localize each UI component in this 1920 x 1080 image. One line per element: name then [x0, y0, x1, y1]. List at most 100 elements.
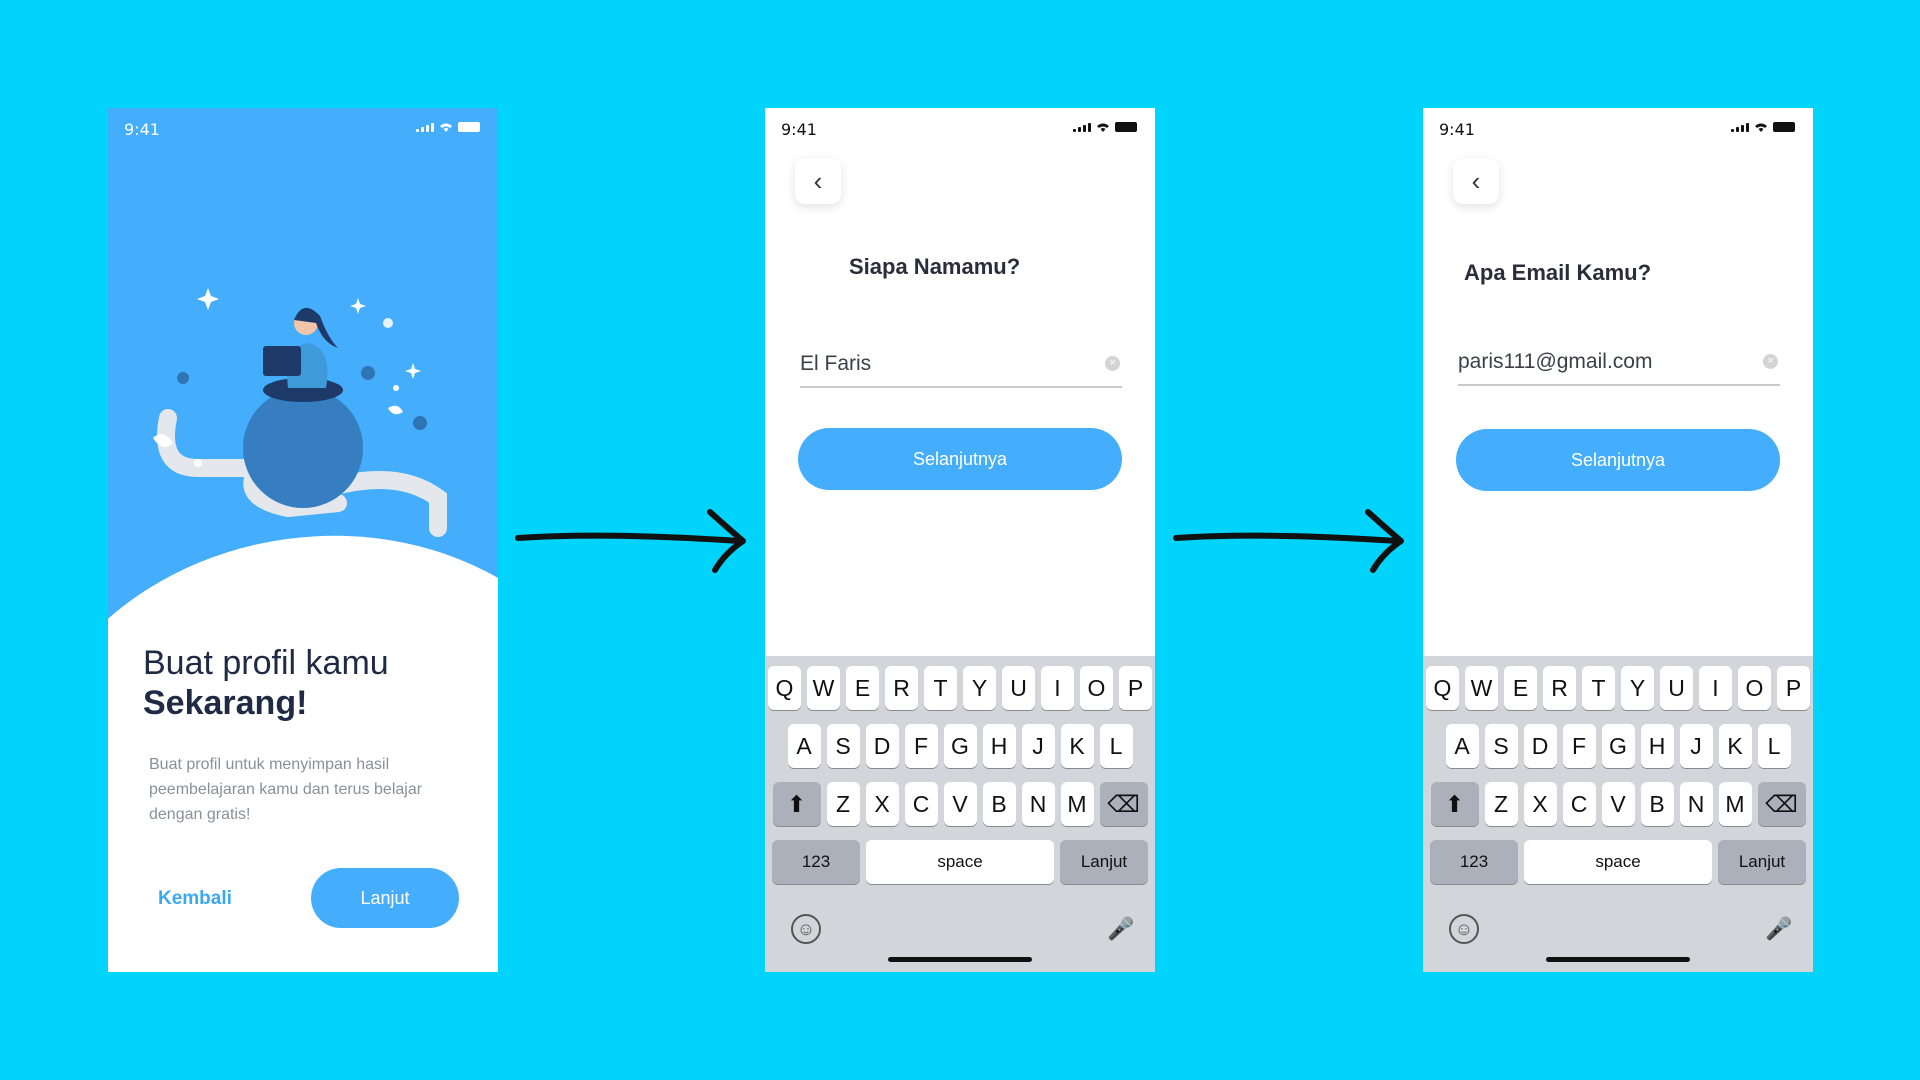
clear-icon[interactable]: × — [1763, 354, 1778, 369]
key[interactable]: O — [1738, 666, 1771, 710]
key[interactable]: P — [1777, 666, 1810, 710]
keyboard-row-1: Q W E R T Y U I O P — [765, 666, 1155, 710]
email-field[interactable]: paris111@gmail.com × — [1458, 346, 1780, 386]
key[interactable]: R — [885, 666, 918, 710]
status-time: 9:41 — [124, 120, 160, 139]
key[interactable]: N — [1679, 782, 1713, 826]
return-key[interactable]: Lanjut — [1718, 840, 1806, 884]
key[interactable]: B — [1640, 782, 1674, 826]
key[interactable]: D — [1523, 724, 1557, 768]
key[interactable]: Y — [963, 666, 996, 710]
name-field[interactable]: El Faris × — [800, 348, 1122, 388]
battery-icon — [1773, 122, 1795, 132]
key[interactable]: Q — [1426, 666, 1459, 710]
title-line-2: Sekarang! — [143, 684, 308, 722]
onboarding-screen: 9:41 Buat profil kamu Sekarang! Buat pro… — [108, 108, 498, 972]
key[interactable]: F — [1562, 724, 1596, 768]
key[interactable]: I — [1041, 666, 1074, 710]
space-key[interactable]: space — [1524, 840, 1712, 884]
status-bar: 9:41 — [765, 108, 1155, 148]
name-input[interactable]: El Faris — [800, 352, 871, 376]
status-time: 9:41 — [1439, 120, 1475, 139]
backspace-icon: ⌫ — [1765, 790, 1798, 817]
page-title: Buat profil kamu Sekarang! — [143, 643, 389, 723]
microphone-icon[interactable]: 🎤 — [1765, 916, 1792, 946]
key[interactable]: E — [846, 666, 879, 710]
numbers-key[interactable]: 123 — [772, 840, 860, 884]
key[interactable]: R — [1543, 666, 1576, 710]
emoji-icon[interactable]: ☺ — [791, 914, 821, 944]
clear-icon[interactable]: × — [1105, 356, 1120, 371]
emoji-icon[interactable]: ☺ — [1449, 914, 1479, 944]
key[interactable]: O — [1080, 666, 1113, 710]
key[interactable]: I — [1699, 666, 1732, 710]
key[interactable]: V — [943, 782, 977, 826]
next-button[interactable]: Selanjutnya — [1456, 429, 1780, 491]
signal-icon — [1731, 123, 1749, 132]
key[interactable]: Q — [768, 666, 801, 710]
key[interactable]: L — [1757, 724, 1791, 768]
chevron-left-icon: ‹ — [813, 165, 823, 196]
key[interactable]: C — [1562, 782, 1596, 826]
shift-icon: ⬆ — [1444, 790, 1465, 817]
key[interactable]: W — [807, 666, 840, 710]
microphone-icon[interactable]: 🎤 — [1107, 916, 1134, 946]
key[interactable]: F — [904, 724, 938, 768]
back-button[interactable]: ‹ — [1453, 158, 1499, 204]
key[interactable]: J — [1679, 724, 1713, 768]
key[interactable]: Y — [1621, 666, 1654, 710]
numbers-key[interactable]: 123 — [1430, 840, 1518, 884]
keyboard: Q W E R T Y U I O P A S D F G H J K L ⬆ … — [1423, 656, 1813, 972]
key[interactable]: X — [1523, 782, 1557, 826]
key[interactable]: A — [787, 724, 821, 768]
wifi-icon — [440, 123, 452, 132]
space-key[interactable]: space — [866, 840, 1054, 884]
key[interactable]: T — [1582, 666, 1615, 710]
key[interactable]: B — [982, 782, 1016, 826]
signal-icon — [1073, 123, 1091, 132]
wifi-icon — [1097, 123, 1109, 132]
key[interactable]: U — [1660, 666, 1693, 710]
key[interactable]: K — [1718, 724, 1752, 768]
shift-key[interactable]: ⬆ — [1430, 782, 1479, 826]
key[interactable]: W — [1465, 666, 1498, 710]
key[interactable]: D — [865, 724, 899, 768]
key[interactable]: U — [1002, 666, 1035, 710]
key[interactable]: A — [1445, 724, 1479, 768]
key[interactable]: L — [1099, 724, 1133, 768]
next-button[interactable]: Selanjutnya — [798, 428, 1122, 490]
key[interactable]: G — [1601, 724, 1635, 768]
key[interactable]: S — [826, 724, 860, 768]
question-title: Siapa Namamu? — [849, 254, 1021, 279]
back-link[interactable]: Kembali — [158, 888, 232, 910]
email-input[interactable]: paris111@gmail.com — [1458, 350, 1652, 374]
battery-icon — [1115, 122, 1137, 132]
woman-on-globe-illustration — [153, 288, 447, 537]
key[interactable]: K — [1060, 724, 1094, 768]
key[interactable]: M — [1718, 782, 1752, 826]
key[interactable]: E — [1504, 666, 1537, 710]
backspace-key[interactable]: ⌫ — [1099, 782, 1148, 826]
key[interactable]: C — [904, 782, 938, 826]
key[interactable]: M — [1060, 782, 1094, 826]
key[interactable]: Z — [826, 782, 860, 826]
key[interactable]: N — [1021, 782, 1055, 826]
key[interactable]: H — [1640, 724, 1674, 768]
arrow-right-icon — [515, 509, 746, 573]
next-button[interactable]: Lanjut — [311, 868, 459, 928]
status-time: 9:41 — [781, 120, 817, 139]
key[interactable]: H — [982, 724, 1016, 768]
key[interactable]: S — [1484, 724, 1518, 768]
key[interactable]: G — [943, 724, 977, 768]
key[interactable]: J — [1021, 724, 1055, 768]
home-indicator — [1546, 957, 1690, 962]
return-key[interactable]: Lanjut — [1060, 840, 1148, 884]
key[interactable]: V — [1601, 782, 1635, 826]
key[interactable]: P — [1119, 666, 1152, 710]
key[interactable]: Z — [1484, 782, 1518, 826]
shift-key[interactable]: ⬆ — [772, 782, 821, 826]
key[interactable]: X — [865, 782, 899, 826]
key[interactable]: T — [924, 666, 957, 710]
backspace-key[interactable]: ⌫ — [1757, 782, 1806, 826]
back-button[interactable]: ‹ — [795, 158, 841, 204]
